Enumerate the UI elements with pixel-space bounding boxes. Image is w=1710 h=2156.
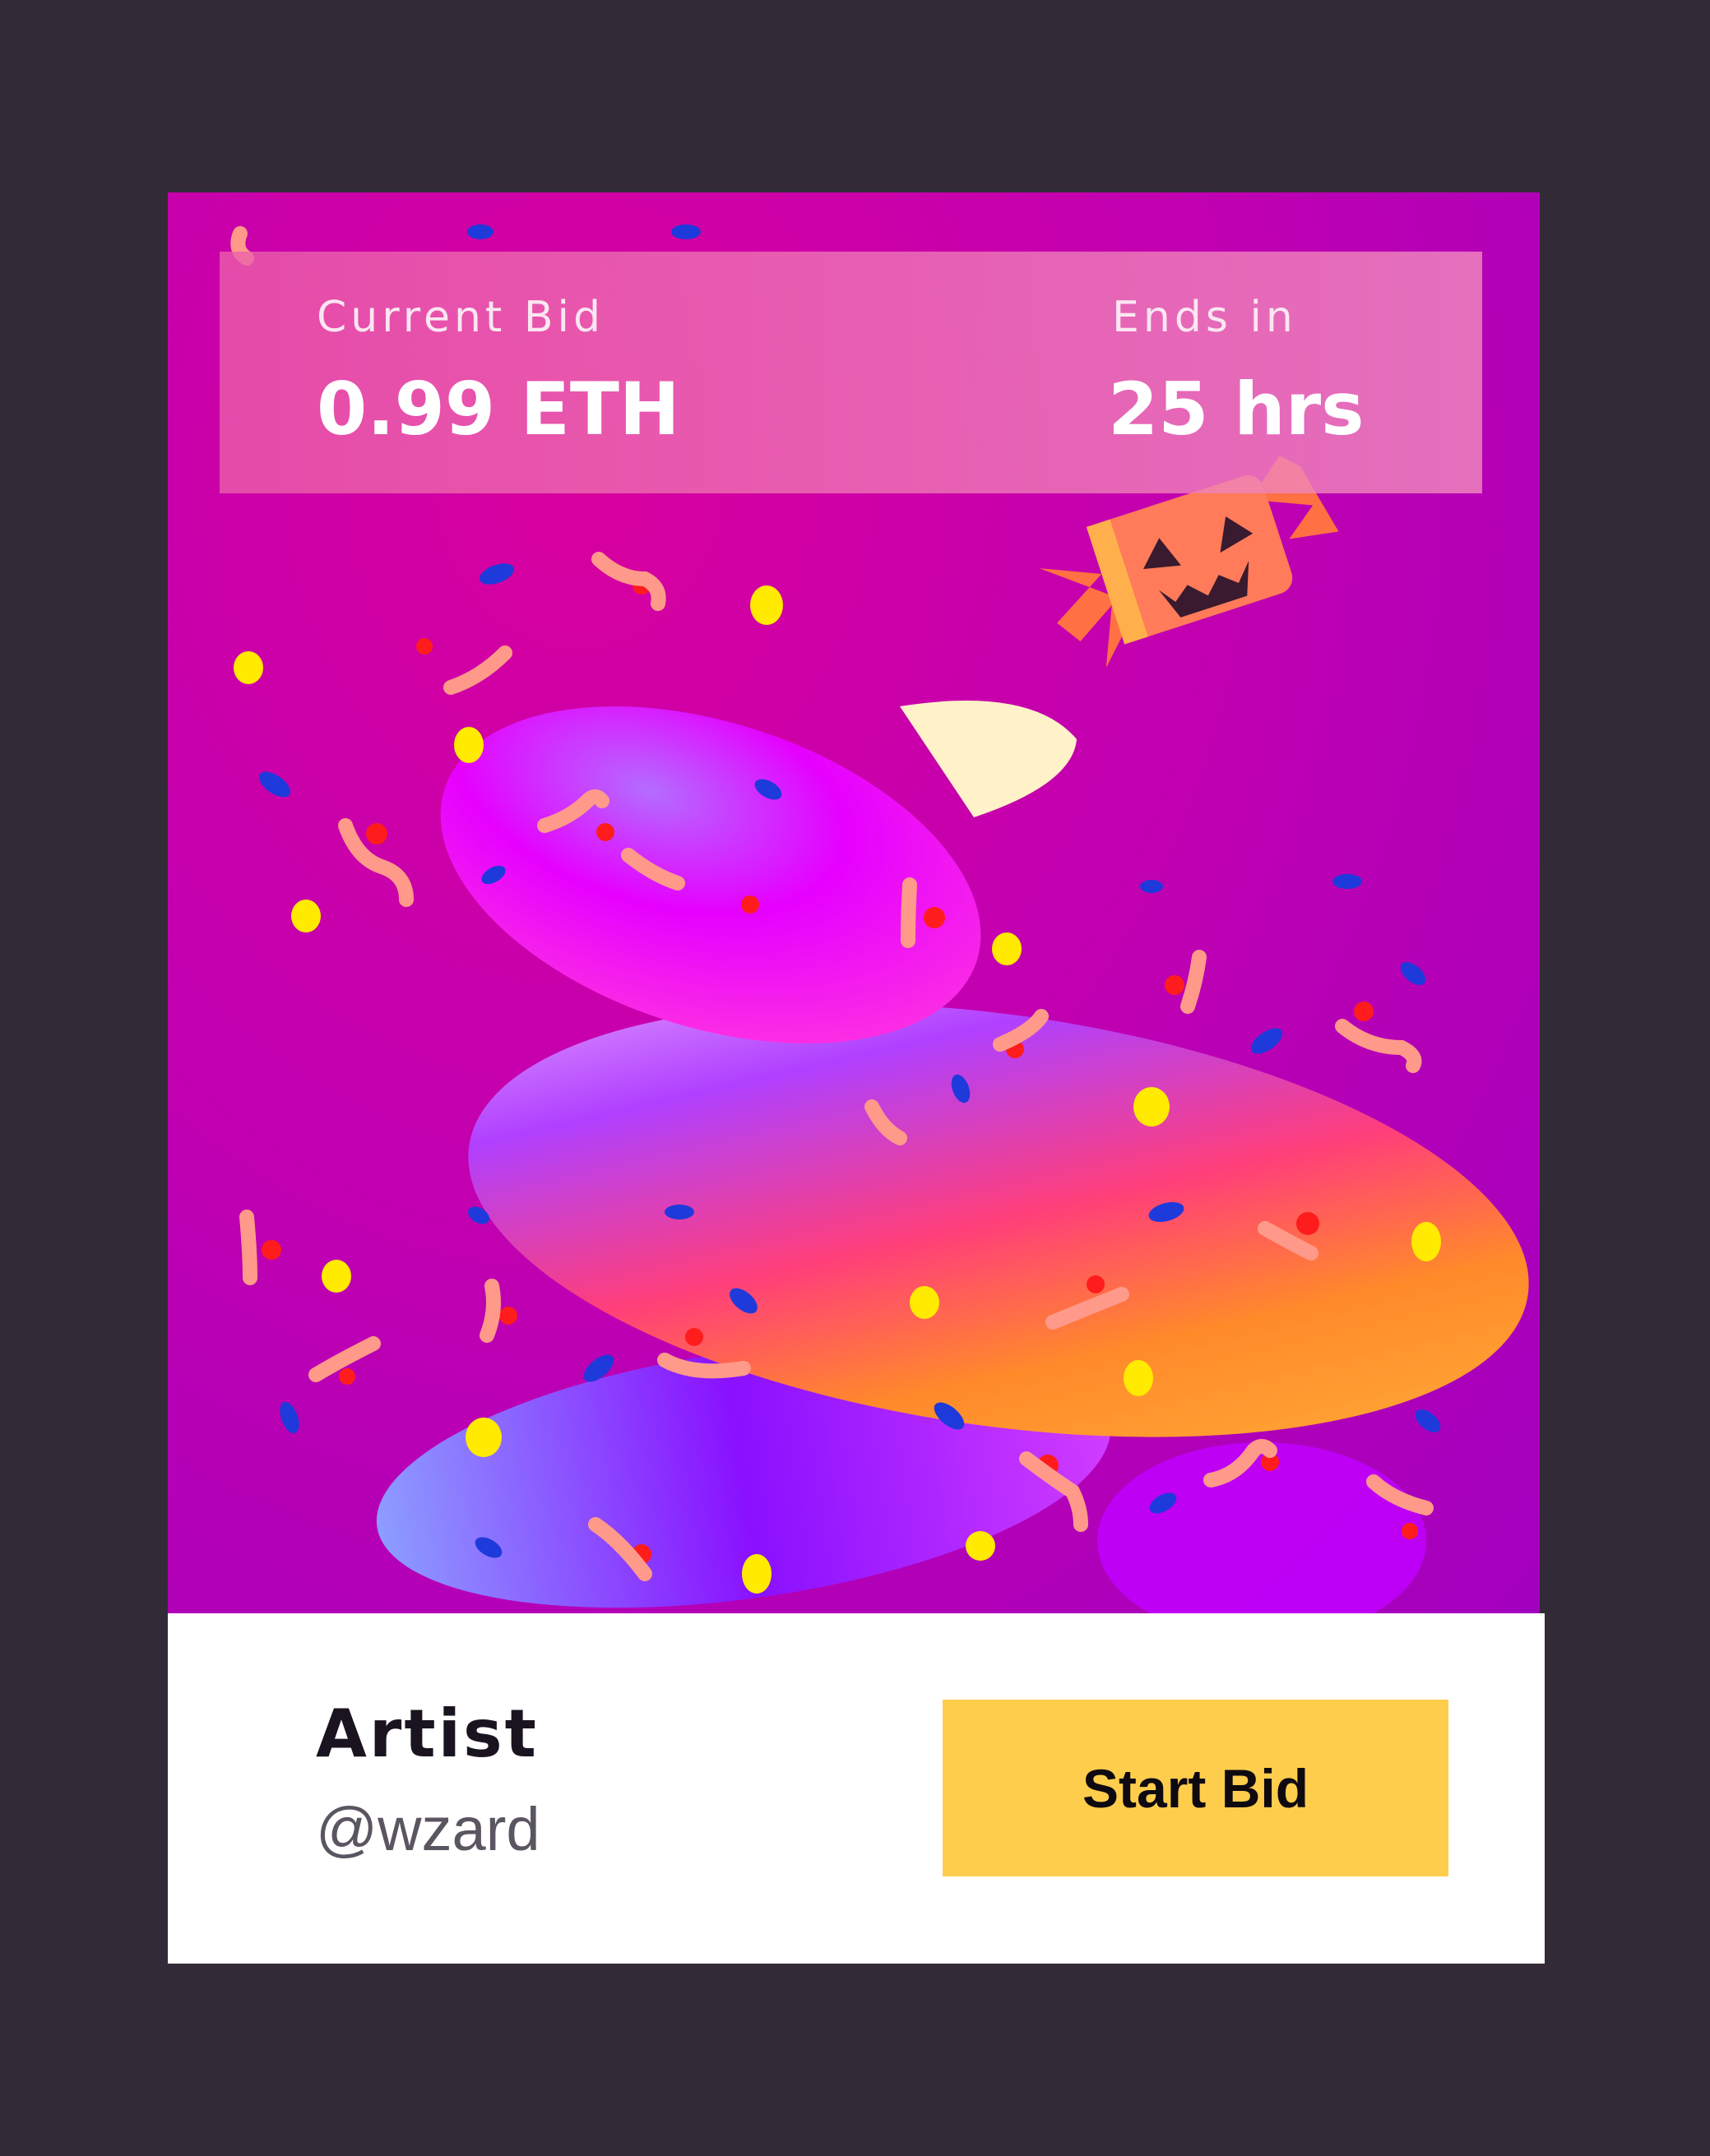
ends-in-label: Ends in: [1112, 293, 1297, 342]
artist-label: Artist: [316, 1696, 539, 1772]
nft-card: Current Bid 0.99 ETH Ends in 25 hrs Arti…: [168, 192, 1545, 1964]
card-footer: Artist @wzard Start Bid: [168, 1613, 1545, 1964]
artist-handle[interactable]: @wzard: [316, 1794, 540, 1864]
bid-info-panel: Current Bid 0.99 ETH Ends in 25 hrs: [220, 252, 1482, 493]
current-bid-value: 0.99 ETH: [317, 367, 680, 451]
nft-artwork[interactable]: Current Bid 0.99 ETH Ends in 25 hrs: [168, 192, 1540, 1613]
current-bid-label: Current Bid: [317, 293, 605, 342]
start-bid-button[interactable]: Start Bid: [943, 1700, 1448, 1876]
ends-in-value: 25 hrs: [1108, 367, 1365, 451]
